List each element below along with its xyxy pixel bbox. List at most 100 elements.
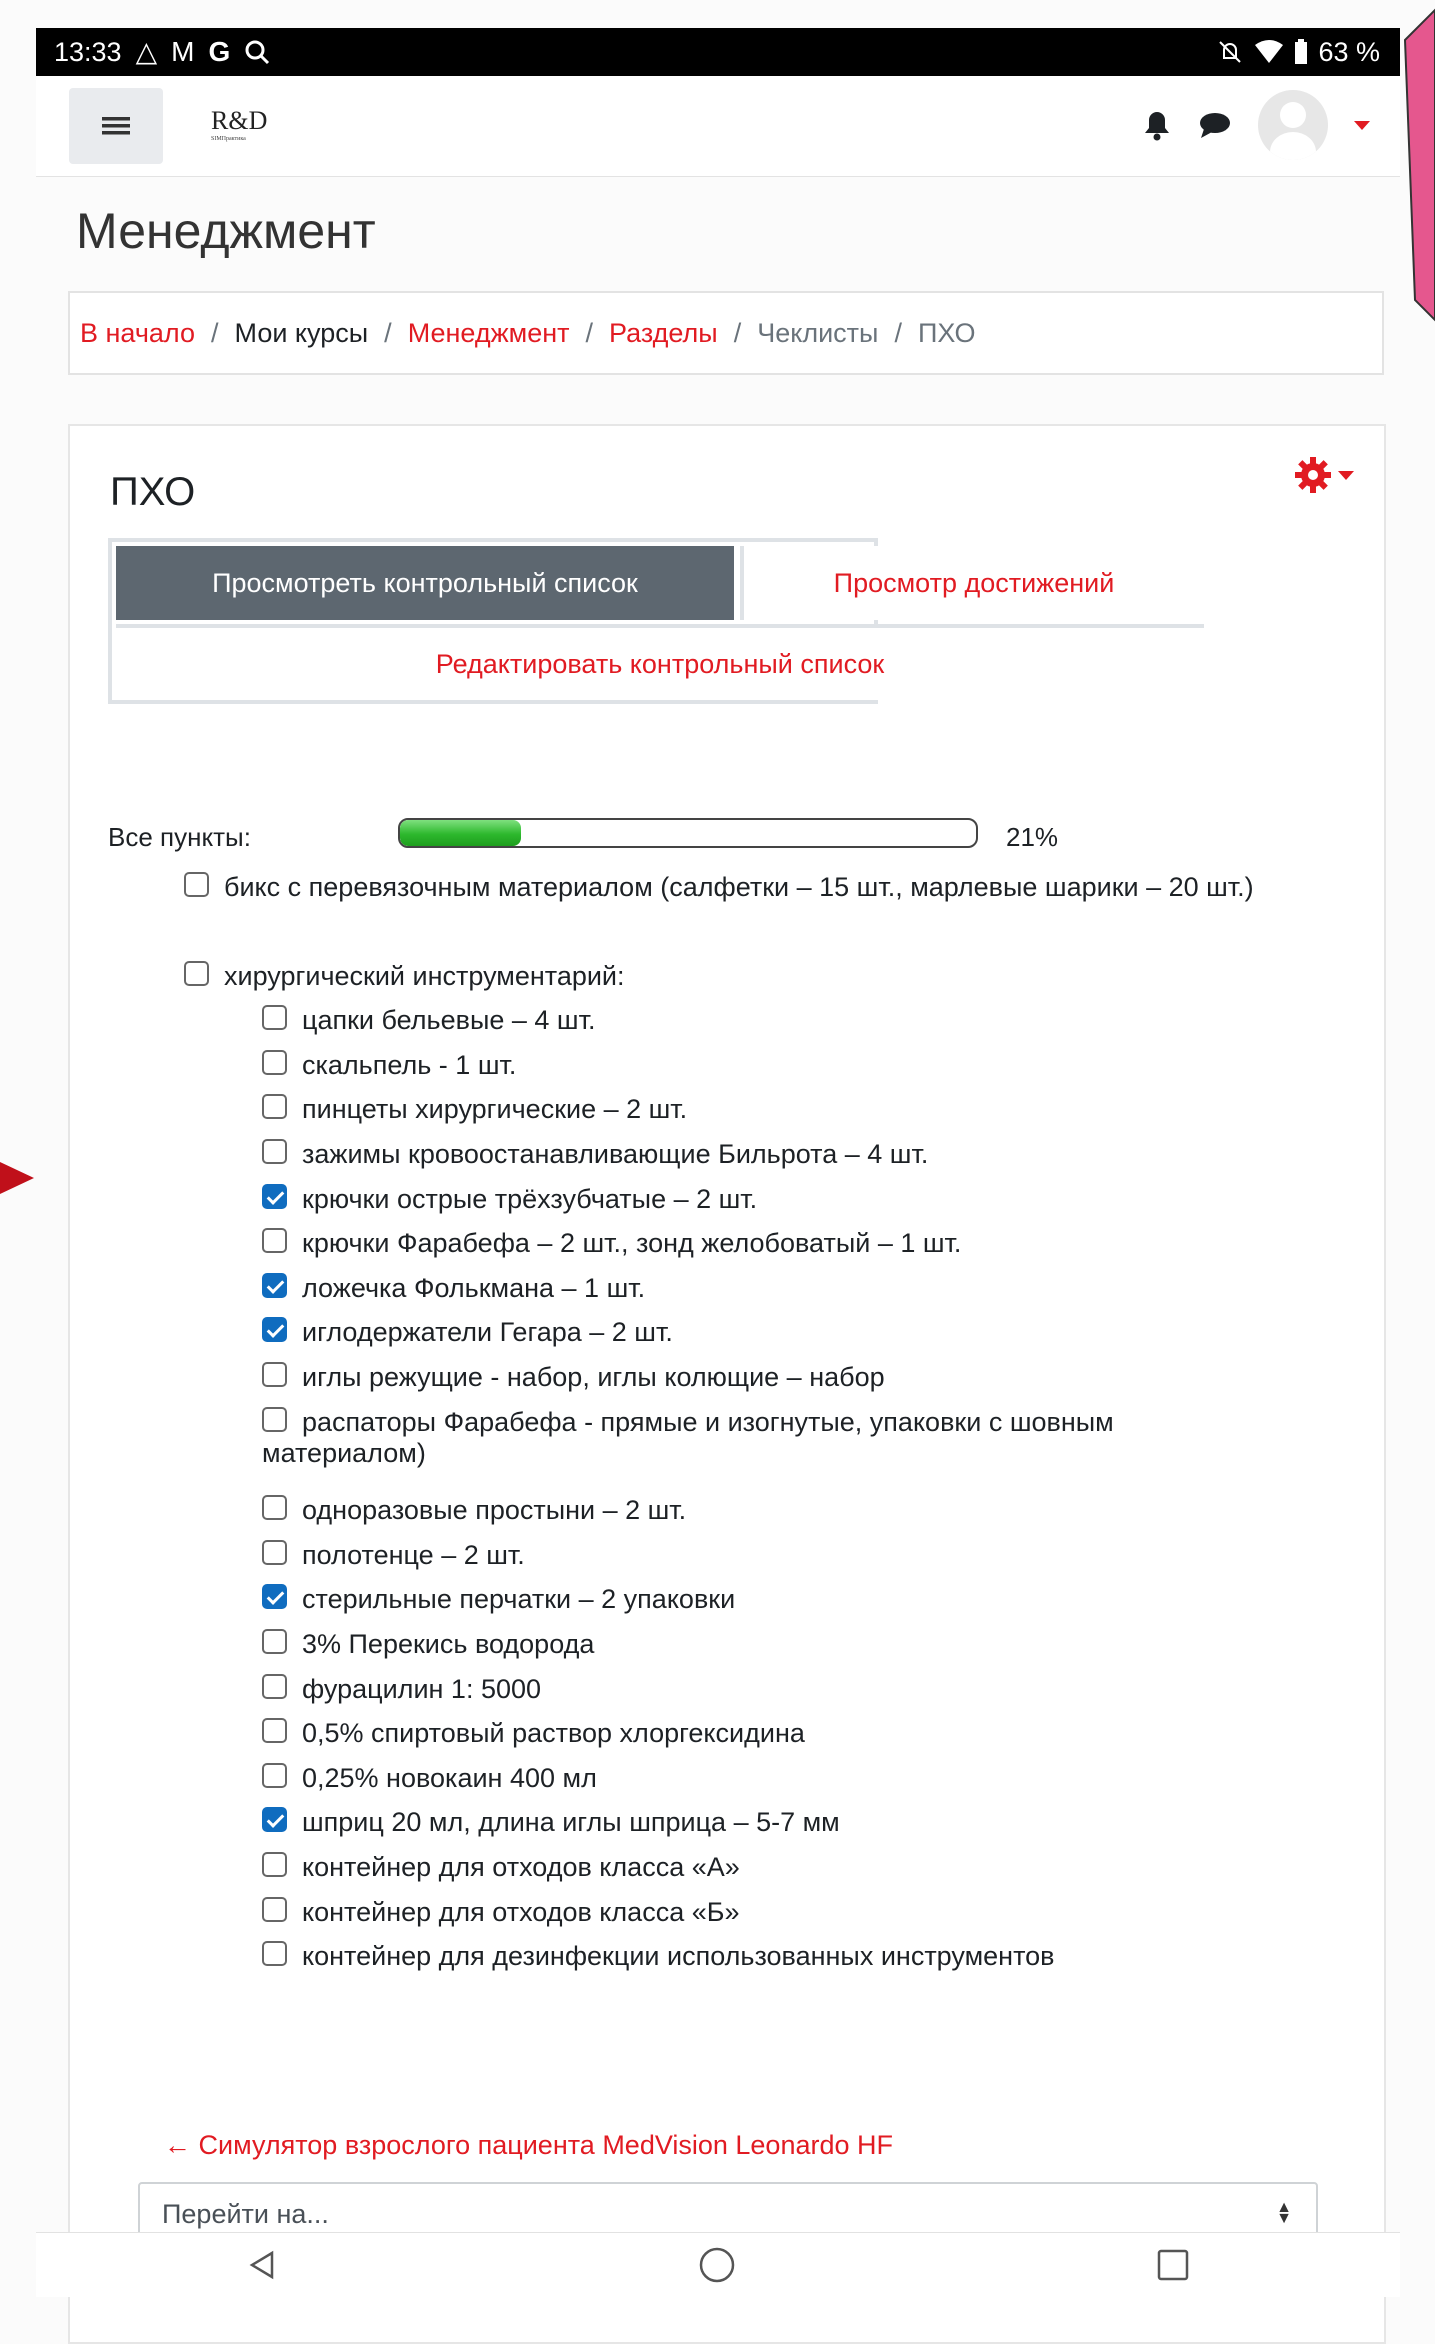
checklist-item: крючки острые трёхзубчатые – 2 шт. (262, 1184, 1262, 1215)
checklist-item-label: иглодержатели Гегара – 2 шт. (302, 1317, 673, 1347)
checklist-checkbox[interactable] (262, 1407, 287, 1432)
gear-icon (1295, 457, 1331, 493)
battery-percent: 63 % (1318, 36, 1380, 67)
jump-to-select-value: Перейти на... (162, 2198, 329, 2229)
checklist-checkbox[interactable] (262, 1540, 287, 1565)
checklist-item-label: крючки острые трёхзубчатые – 2 шт. (302, 1184, 758, 1214)
checklist-checkbox[interactable] (262, 1184, 287, 1209)
checklist-checkbox[interactable] (262, 1763, 287, 1788)
tab-edit-checklist[interactable]: Редактировать контрольный список (116, 624, 1204, 700)
checklist-item: иглы режущие - набор, иглы колющие – наб… (262, 1362, 1262, 1393)
checklist-item: хирургический инструментарий: (184, 961, 1364, 992)
breadcrumb-checklists: Чеклисты (757, 317, 879, 348)
decorative-background-art (1403, 8, 1435, 322)
tab-view-checklist[interactable]: Просмотреть контрольный список (116, 546, 734, 620)
top-navbar: R&D SIMПрактика (36, 76, 1400, 177)
previous-activity-link[interactable]: ← Симулятор взрослого пациента MedVision… (164, 2130, 893, 2161)
checklist-item: иглодержатели Гегара – 2 шт. (262, 1317, 1262, 1348)
checklist-item-label: зажимы кровоостанавливающие Бильрота – 4… (302, 1139, 929, 1169)
breadcrumb-sections[interactable]: Разделы (609, 318, 718, 349)
checklist-item-label: полотенце – 2 шт. (302, 1540, 525, 1570)
checklist-item-label: хирургический инструментарий: (224, 961, 625, 991)
checklist-checkbox[interactable] (262, 1317, 287, 1342)
checklist-item-label: иглы режущие - набор, иглы колющие – наб… (302, 1362, 885, 1392)
checklist-checkbox[interactable] (262, 1941, 287, 1966)
checklist-checkbox[interactable] (262, 1094, 287, 1119)
breadcrumb-current: ПХО (917, 317, 976, 348)
breadcrumb-management[interactable]: Менеджмент (408, 318, 570, 349)
checklist-checkbox[interactable] (262, 1362, 287, 1387)
checklist-checkbox[interactable] (262, 1584, 287, 1609)
checklist-title: ПХО (110, 470, 196, 514)
checklist-item: контейнер для дезинфекции использованных… (262, 1941, 1262, 1972)
hamburger-menu-button[interactable] (69, 88, 163, 164)
checklist-item-label: шприц 20 мл, длина иглы шприца – 5-7 мм (302, 1807, 840, 1837)
hamburger-icon (102, 117, 130, 135)
site-logo[interactable]: R&D SIMПрактика (211, 106, 267, 142)
checklist-item: скальпель - 1 шт. (262, 1050, 1262, 1081)
logo-text: R&D (211, 106, 268, 135)
checklist-checkbox[interactable] (262, 1852, 287, 1877)
breadcrumb-home[interactable]: В начало (80, 318, 195, 349)
checklist-checkbox[interactable] (262, 1495, 287, 1520)
messages-icon[interactable] (1198, 111, 1232, 139)
settings-menu-button[interactable] (1294, 456, 1354, 494)
checklist-item: 3% Перекись водорода (262, 1629, 1262, 1660)
checklist-item: стерильные перчатки – 2 упаковки (262, 1584, 1262, 1615)
recent-apps-icon[interactable] (1156, 2248, 1190, 2282)
checklist-item-label: контейнер для отходов класса «Б» (302, 1897, 740, 1927)
progress-percent: 21% (1006, 822, 1059, 852)
checklist-checkbox[interactable] (262, 1273, 287, 1298)
checklist-item: шприц 20 мл, длина иглы шприца – 5-7 мм (262, 1807, 1262, 1838)
decorative-arrow (0, 1162, 34, 1194)
checklist-checkbox[interactable] (184, 872, 209, 897)
home-icon[interactable] (697, 2245, 737, 2285)
checklist-item-label: бикс с перевязочным материалом (салфетки… (224, 872, 1254, 902)
tab-achievements[interactable]: Просмотр достижений (740, 546, 1204, 620)
checklist-checkbox[interactable] (262, 1050, 287, 1075)
checklist-checkbox[interactable] (262, 1718, 287, 1743)
breadcrumb-separator: / (894, 317, 902, 348)
gmail-icon: M (171, 36, 195, 67)
breadcrumb-my-courses: Мои курсы (234, 317, 369, 348)
checklist-checkbox[interactable] (262, 1139, 287, 1164)
checklist-item-label: крючки Фарабефа – 2 шт., зонд желобоваты… (302, 1228, 962, 1258)
breadcrumb-separator: / (585, 317, 594, 348)
checklist-item-label: цапки бельевые – 4 шт. (302, 1005, 596, 1035)
breadcrumb: В начало / Мои курсы / Менеджмент / Разд… (68, 291, 1384, 375)
checklist-item-label: пинцеты хирургические – 2 шт. (302, 1094, 688, 1124)
page-title: Менеджмент (76, 203, 376, 259)
notifications-bell-icon[interactable] (1142, 109, 1172, 141)
back-icon[interactable] (246, 2249, 278, 2281)
progress-label: Все пункты: (108, 822, 251, 852)
checklist-checkbox[interactable] (184, 961, 209, 986)
checklist-item-label: контейнер для отходов класса «А» (302, 1852, 740, 1882)
hotspot-icon: △ (135, 36, 158, 67)
checklist-item: распаторы Фарабефа - прямые и изогнутые,… (262, 1407, 1262, 1469)
checklist-item: контейнер для отходов класса «Б» (262, 1897, 1262, 1928)
user-avatar[interactable] (1258, 90, 1328, 160)
checklist-item: крючки Фарабефа – 2 шт., зонд желобоваты… (262, 1228, 1262, 1259)
checklist-item-label: 0,5% спиртовый раствор хлоргексидина (302, 1718, 805, 1748)
user-menu-caret-icon[interactable] (1354, 120, 1370, 130)
checklist-item: полотенце – 2 шт. (262, 1540, 1262, 1571)
checklist-item: цапки бельевые – 4 шт. (262, 1005, 1262, 1036)
checklist-item-label: 0,25% новокаин 400 мл (302, 1763, 597, 1793)
checklist-checkbox[interactable] (262, 1228, 287, 1253)
checklist-checkbox[interactable] (262, 1897, 287, 1922)
checklist-item: зажимы кровоостанавливающие Бильрота – 4… (262, 1139, 1262, 1170)
chevron-down-icon (1338, 470, 1354, 480)
battery-icon (1295, 39, 1308, 64)
checklist-item: пинцеты хирургические – 2 шт. (262, 1094, 1262, 1125)
checklist-checkbox[interactable] (262, 1807, 287, 1832)
checklist-item-label: 3% Перекись водорода (302, 1629, 595, 1659)
breadcrumb-separator: / (211, 317, 219, 348)
checklist-item-label: скальпель - 1 шт. (302, 1050, 517, 1080)
checklist-checkbox[interactable] (262, 1674, 287, 1699)
checklist-tabs: Просмотреть контрольный список Просмотр … (108, 538, 1204, 704)
checklist-checkbox[interactable] (262, 1629, 287, 1654)
breadcrumb-separator: / (384, 317, 392, 348)
checklist-checkbox[interactable] (262, 1005, 287, 1030)
mute-icon (1219, 41, 1242, 63)
google-icon: G (208, 36, 231, 67)
